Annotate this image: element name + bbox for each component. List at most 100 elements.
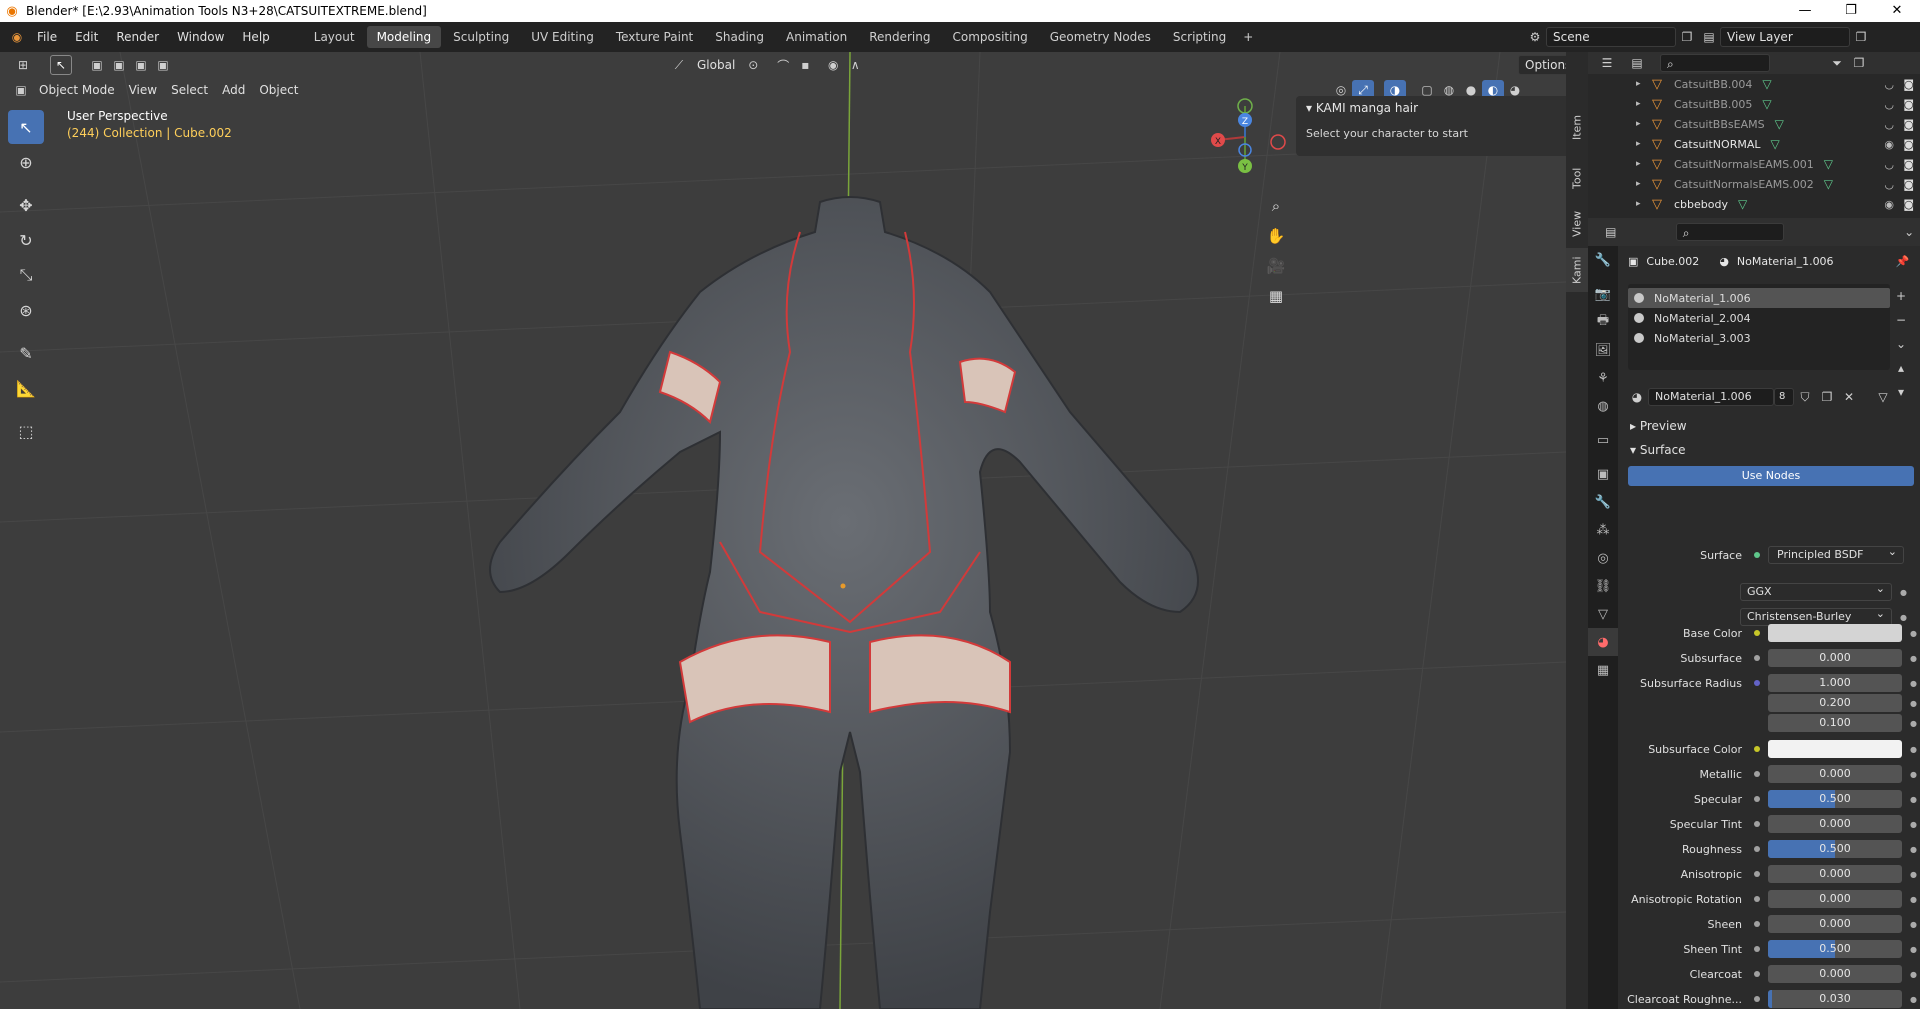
keyframe-dot-icon[interactable]: ●: [1910, 679, 1917, 688]
object-tab-icon[interactable]: ▣: [1588, 460, 1618, 488]
keyframe-dot-icon[interactable]: ●: [1910, 699, 1917, 708]
sidebar-tab-view[interactable]: View: [1566, 202, 1588, 246]
hide-icon[interactable]: ◡: [1884, 78, 1894, 91]
filter-icon[interactable]: ⏷: [1826, 53, 1848, 73]
tab-modeling[interactable]: Modeling: [366, 26, 442, 48]
menu-render[interactable]: Render: [107, 22, 168, 52]
move-slot-down-icon[interactable]: ▾: [1890, 382, 1912, 402]
new-view-layer-icon[interactable]: ❐: [1850, 27, 1872, 47]
hide-icon[interactable]: ◡: [1884, 118, 1894, 131]
navigation-gizmo[interactable]: X Z Y: [1200, 92, 1290, 182]
close-icon[interactable]: ✕: [1874, 0, 1920, 22]
browse-material-icon[interactable]: ◕: [1626, 387, 1648, 407]
color-swatch[interactable]: [1768, 740, 1902, 758]
snap-icon[interactable]: ⌒: [772, 55, 794, 75]
eye-icon[interactable]: ◉: [1884, 138, 1894, 151]
menu-help[interactable]: Help: [233, 22, 278, 52]
param-value-field[interactable]: 0.000: [1768, 649, 1902, 667]
sidebar-tab-tool[interactable]: Tool: [1566, 156, 1588, 200]
outliner-row[interactable]: ▸ ▽ CatsuitNORMAL ▽ ◉ ◙: [1588, 134, 1920, 154]
menu-window[interactable]: Window: [168, 22, 233, 52]
modifier-tab-icon[interactable]: 🔧: [1588, 488, 1618, 516]
keyframe-dot-icon[interactable]: ●: [1910, 895, 1917, 904]
minimize-icon[interactable]: —: [1782, 0, 1828, 22]
material-name-field[interactable]: NoMaterial_1.006: [1648, 388, 1774, 406]
distribution-dropdown[interactable]: GGX: [1740, 581, 1892, 601]
tab-uv-editing[interactable]: UV Editing: [521, 26, 604, 48]
data-tab-icon[interactable]: ▽: [1588, 600, 1618, 628]
new-scene-icon[interactable]: ❐: [1676, 27, 1698, 47]
duplicate-material-icon[interactable]: ❐: [1816, 387, 1838, 407]
outliner-row[interactable]: ▸ ▽ cbbebody ▽ ◉ ◙: [1588, 194, 1920, 214]
keyframe-dot-icon[interactable]: ●: [1910, 654, 1917, 663]
menu-select[interactable]: Select: [164, 79, 215, 101]
hide-icon[interactable]: ◡: [1884, 158, 1894, 171]
select-tool-icon[interactable]: ↖: [8, 110, 44, 144]
tab-sculpting[interactable]: Sculpting: [443, 26, 519, 48]
tab-animation[interactable]: Animation: [776, 26, 857, 48]
select-mode-subtract-icon[interactable]: ▣: [130, 55, 152, 75]
tab-compositing[interactable]: Compositing: [942, 26, 1037, 48]
param-value-field[interactable]: 0.200: [1768, 694, 1902, 712]
properties-search-input[interactable]: ⌕: [1675, 223, 1785, 241]
tab-layout[interactable]: Layout: [304, 26, 365, 48]
move-tool-icon[interactable]: ✥: [8, 188, 44, 222]
ortho-grid-icon[interactable]: ▦: [1262, 282, 1290, 310]
render-tab-icon[interactable]: 📷: [1588, 280, 1618, 308]
world-tab-icon[interactable]: ◍: [1588, 392, 1618, 420]
slot-specials-icon[interactable]: ⌄: [1890, 334, 1912, 354]
menu-view[interactable]: View: [122, 79, 164, 101]
outliner-row[interactable]: ▸ ▽ CatsuitBBsEAMS ▽ ◡ ◙: [1588, 114, 1920, 134]
keyframe-dot-icon[interactable]: ●: [1910, 795, 1917, 804]
tab-shading[interactable]: Shading: [705, 26, 774, 48]
menu-object[interactable]: Object: [252, 79, 305, 101]
material-users-count[interactable]: 8: [1774, 388, 1794, 406]
properties-editor-icon[interactable]: ▤: [1600, 222, 1622, 242]
keyframe-dot-icon[interactable]: ●: [1910, 719, 1917, 728]
falloff-icon[interactable]: ∧: [844, 55, 866, 75]
param-value-field[interactable]: 0.500: [1768, 940, 1902, 958]
panel-header[interactable]: ▾ KAMI manga hair: [1296, 96, 1566, 120]
snap-target-icon[interactable]: ▪: [794, 55, 816, 75]
pin-icon[interactable]: 📌: [1896, 255, 1910, 268]
scale-tool-icon[interactable]: ⤡: [8, 258, 44, 292]
select-box-icon[interactable]: ↖: [50, 55, 72, 75]
render-camera-icon[interactable]: ◙: [1903, 198, 1914, 211]
surface-panel-header[interactable]: ▾ Surface: [1622, 438, 1920, 462]
constraints-tab-icon[interactable]: ⛓: [1588, 572, 1618, 600]
editor-type-icon[interactable]: ⊞: [12, 55, 34, 75]
material-slot[interactable]: NoMaterial_3.003: [1628, 328, 1890, 348]
outliner-row[interactable]: ▸ ▽ CatsuitBB.004 ▽ ◡ ◙: [1588, 74, 1920, 94]
scene-field[interactable]: Scene: [1546, 27, 1676, 47]
preview-panel-header[interactable]: ▸ Preview: [1622, 414, 1920, 438]
param-value-field[interactable]: 0.000: [1768, 915, 1902, 933]
param-value-field[interactable]: 0.000: [1768, 890, 1902, 908]
proportional-edit-icon[interactable]: ◉: [822, 55, 844, 75]
tab-rendering[interactable]: Rendering: [859, 26, 940, 48]
render-camera-icon[interactable]: ◙: [1903, 118, 1914, 131]
add-workspace-icon[interactable]: +: [1237, 27, 1259, 47]
param-value-field[interactable]: 0.030: [1768, 990, 1902, 1008]
add-cube-tool-icon[interactable]: ⬚: [8, 414, 44, 448]
move-slot-up-icon[interactable]: ▴: [1890, 358, 1912, 378]
use-nodes-button[interactable]: Use Nodes: [1628, 466, 1914, 486]
render-camera-icon[interactable]: ◙: [1903, 158, 1914, 171]
tab-scripting[interactable]: Scripting: [1163, 26, 1236, 48]
param-value-field[interactable]: 0.500: [1768, 840, 1902, 858]
render-camera-icon[interactable]: ◙: [1903, 78, 1914, 91]
tab-texture-paint[interactable]: Texture Paint: [606, 26, 703, 48]
transform-orientation-icon[interactable]: ⟋: [668, 55, 690, 75]
sidebar-tab-kami[interactable]: Kami: [1566, 248, 1588, 292]
hide-icon[interactable]: ◡: [1884, 98, 1894, 111]
remove-slot-icon[interactable]: −: [1890, 310, 1912, 330]
material-slot[interactable]: NoMaterial_1.006: [1628, 288, 1890, 308]
orientation-dropdown[interactable]: Global: [690, 54, 742, 76]
outliner-search-input[interactable]: ⌕: [1660, 54, 1770, 72]
render-camera-icon[interactable]: ◙: [1903, 178, 1914, 191]
texture-tab-icon[interactable]: ▦: [1588, 656, 1618, 684]
menu-edit[interactable]: Edit: [66, 22, 107, 52]
keyframe-dot-icon[interactable]: ●: [1910, 629, 1917, 638]
fake-user-icon[interactable]: ⛉: [1794, 387, 1816, 407]
rotate-tool-icon[interactable]: ↻: [8, 223, 44, 257]
material-tab-icon[interactable]: ◕: [1588, 628, 1618, 656]
